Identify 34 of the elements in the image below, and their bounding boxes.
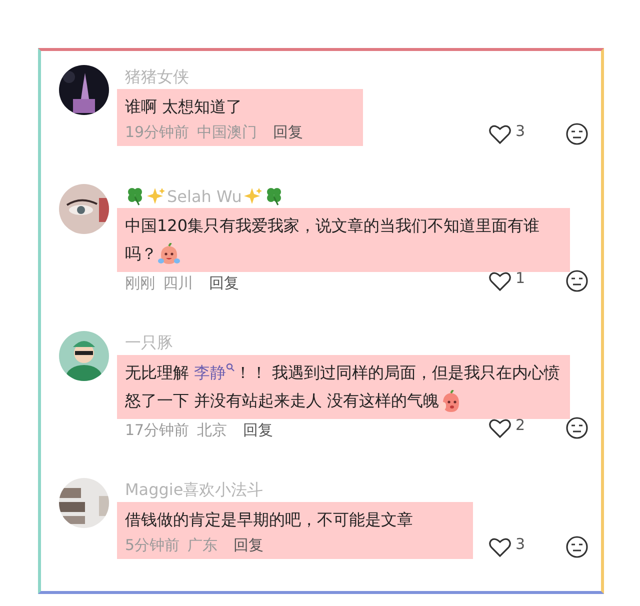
emoji-face-icon[interactable] [565, 416, 589, 440]
emoji-face-icon[interactable] [565, 535, 589, 559]
like-button[interactable]: 1 [488, 269, 525, 293]
heart-icon [488, 269, 512, 293]
reply-button[interactable]: 回复 [201, 274, 239, 293]
like-button[interactable]: 3 [488, 535, 525, 559]
mention-link[interactable]: 李静 [194, 363, 236, 382]
comment-location: 中国澳门 [197, 123, 258, 142]
heart-icon [488, 122, 512, 146]
comment-text: 谁啊 太想知道了 [125, 97, 242, 116]
sticker-icon [157, 242, 181, 267]
heart-icon [488, 416, 512, 440]
search-icon [226, 362, 236, 372]
emoji-face-icon[interactable] [565, 122, 589, 146]
comment-location: 广东 [188, 536, 218, 555]
reply-button[interactable]: 回复 [265, 123, 304, 142]
clover-icon [125, 186, 145, 206]
sparkle-icon [244, 187, 262, 205]
emoji-face-icon[interactable] [565, 269, 589, 293]
comment-text: 中国120集只有我爱我家，说文章的当我们不知道里面有谁吗？ [125, 216, 540, 263]
comment-time: 17分钟前 [125, 421, 190, 440]
like-button[interactable]: 3 [488, 122, 525, 146]
comment-time: 刚刚 [125, 274, 155, 293]
comment-text: 无比理解 李静 ！！ 我遇到过同样的局面，但是我只在内心愤怒了一下 并没有站起来走人 没有这样的气魄 [125, 363, 560, 410]
comment-time: 19分钟前 [125, 123, 190, 142]
comment-location: 四川 [163, 274, 193, 293]
comment-time: 5分钟前 [125, 536, 180, 555]
like-button[interactable]: 2 [488, 416, 525, 440]
comment-text: 借钱做的肯定是早期的吧，不可能是文章 [125, 510, 413, 529]
reply-button[interactable]: 回复 [226, 536, 264, 555]
reply-button[interactable]: 回复 [235, 421, 274, 440]
heart-icon [488, 535, 512, 559]
sparkle-icon [147, 187, 165, 205]
comment-location: 北京 [197, 421, 228, 440]
